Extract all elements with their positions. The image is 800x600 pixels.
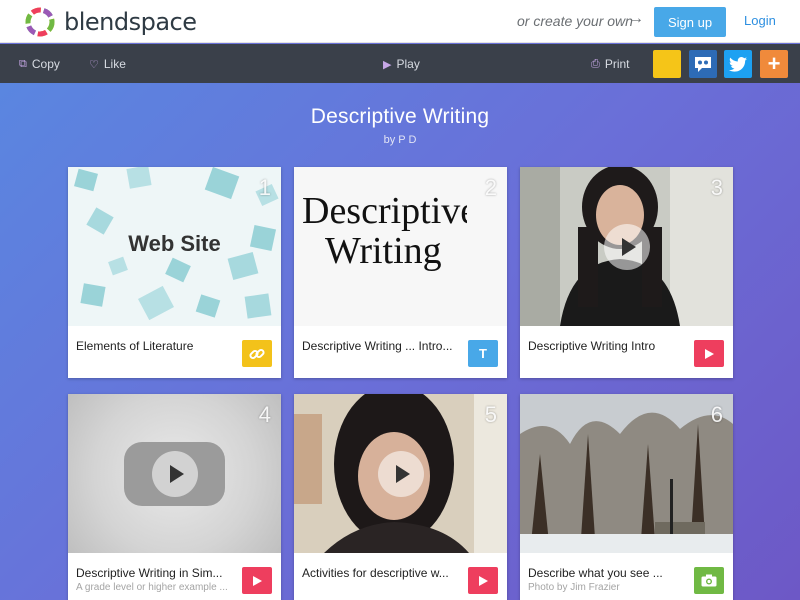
card-number: 5: [484, 402, 497, 427]
lesson-card-2[interactable]: Descriptive Writing 2 Descriptive Writin…: [294, 167, 507, 378]
like-button[interactable]: ♡ Like: [89, 57, 126, 71]
top-header: blendspace or create your own → Sign up …: [0, 0, 800, 43]
card-thumbnail: [520, 394, 733, 553]
text-badge[interactable]: T: [468, 340, 498, 367]
play-label: Play: [396, 57, 420, 71]
link-badge[interactable]: [242, 340, 272, 367]
sign-up-button[interactable]: Sign up: [654, 7, 726, 37]
lesson-toolbar: ⧉ Copy ♡ Like ▶ Play ⎙ Print +: [0, 44, 800, 83]
twitter-share-button[interactable]: [724, 50, 752, 78]
link-icon: [249, 348, 265, 359]
card-title: Describe what you see ...: [528, 566, 663, 580]
lesson-card-5[interactable]: 5 Activities for descriptive w...: [294, 394, 507, 600]
play-icon: [395, 464, 410, 483]
login-link[interactable]: Login: [744, 13, 776, 28]
play-icon: ▶: [383, 58, 392, 71]
print-label: Print: [604, 57, 630, 71]
card-title: Descriptive Writing Intro: [528, 339, 656, 353]
play-icon: [621, 237, 636, 256]
lesson-card-1[interactable]: Web Site 1 Elements of Literature: [68, 167, 281, 378]
thumb-title-line-2: Writing: [325, 230, 442, 272]
card-title: Descriptive Writing ... Intro...: [302, 339, 453, 353]
card-thumbnail: [520, 167, 733, 326]
web-site-label: Web Site: [128, 231, 221, 256]
card-subtitle: Photo by Jim Frazier: [528, 582, 620, 593]
card-title: Activities for descriptive w...: [302, 566, 449, 580]
copy-icon: ⧉: [19, 57, 27, 70]
logo-ring-icon: [24, 6, 56, 38]
card-number: 4: [258, 402, 271, 427]
play-button[interactable]: ▶ Play: [383, 57, 420, 71]
card-number: 6: [710, 402, 723, 427]
lesson-content: Descriptive Writing by P D Web Site 1 El…: [0, 83, 800, 600]
heart-icon: ♡: [89, 58, 99, 71]
card-number: 1: [258, 175, 271, 200]
arrow-right-icon: →: [628, 10, 644, 27]
print-button[interactable]: ⎙ Print: [591, 57, 630, 71]
video-play-button[interactable]: [377, 450, 424, 497]
create-your-own-text[interactable]: or create your own: [517, 13, 633, 29]
play-icon: [169, 464, 184, 483]
video-icon: [253, 575, 262, 586]
card-thumbnail: [68, 394, 281, 553]
printer-icon: ⎙: [591, 57, 600, 70]
lesson-card-3[interactable]: 3 Descriptive Writing Intro: [520, 167, 733, 378]
add-share-button[interactable]: +: [760, 50, 788, 78]
card-number: 3: [710, 175, 723, 200]
card-title: Descriptive Writing in Sim...: [76, 566, 223, 580]
logo-text: blendspace: [64, 8, 197, 36]
copy-button[interactable]: ⧉ Copy: [19, 57, 60, 71]
card-thumbnail: Descriptive Writing: [294, 167, 507, 326]
video-icon: [479, 575, 488, 586]
video-badge[interactable]: [468, 567, 498, 594]
video-badge[interactable]: [242, 567, 272, 594]
card-thumbnail: Web Site: [68, 167, 281, 326]
snowy-trees-photo: [520, 394, 733, 553]
like-label: Like: [103, 57, 126, 71]
copy-label: Copy: [31, 57, 60, 71]
twitter-icon: [729, 56, 747, 72]
card-subtitle: A grade level or higher example ...: [76, 582, 228, 593]
lesson-card-4[interactable]: 4 Descriptive Writing in Sim... A grade …: [68, 394, 281, 600]
lesson-author[interactable]: by P D: [0, 134, 800, 146]
video-play-button[interactable]: [151, 450, 198, 497]
card-title: Elements of Literature: [76, 339, 194, 353]
lesson-title: Descriptive Writing: [310, 105, 490, 128]
card-thumbnail: [294, 394, 507, 553]
video-icon: [705, 348, 714, 359]
camera-icon: [701, 574, 717, 587]
lesson-card-6[interactable]: 6 Describe what you see ... Photo by Jim…: [520, 394, 733, 600]
video-badge[interactable]: [694, 340, 724, 367]
blendspace-logo[interactable]: blendspace: [24, 6, 197, 38]
video-play-button[interactable]: [603, 223, 650, 270]
thumb-title-line-1: Descriptive: [302, 190, 467, 232]
share-yellow-button[interactable]: [653, 50, 681, 78]
card-number: 2: [484, 175, 497, 200]
remind-icon: [695, 57, 711, 72]
remind-share-button[interactable]: [689, 50, 717, 78]
image-badge[interactable]: [694, 567, 724, 594]
